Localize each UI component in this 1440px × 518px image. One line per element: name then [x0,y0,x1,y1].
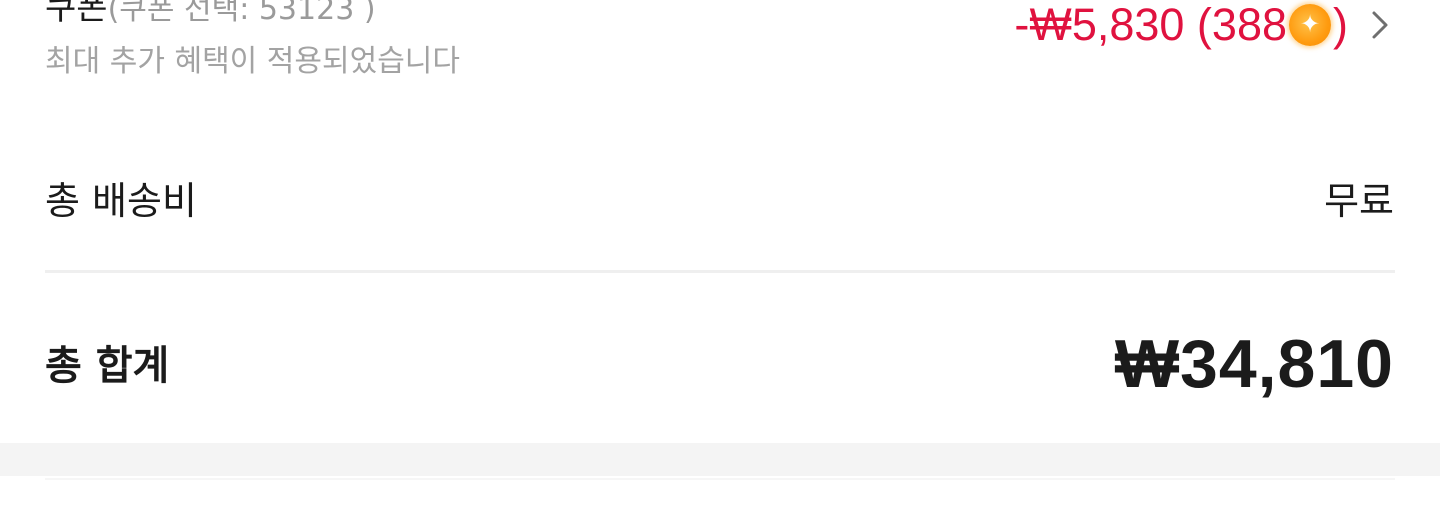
total-amount: ₩34,810 [1114,326,1394,402]
coupon-discount-value: -₩5,830 (388 [1014,0,1287,50]
coin-icon: ✦ [1289,4,1331,46]
coupon-row[interactable]: 쿠폰(쿠폰 선택: 53123 ) 최대 추가 혜택이 적용되었습니다 -₩5,… [0,0,1440,95]
coupon-discount-close: ) [1333,0,1348,50]
coupon-selection-label: (쿠폰 선택: 53123 ) [107,0,376,27]
shipping-fee-label: 총 배송비 [45,179,197,223]
total-label: 총 합계 [45,343,170,389]
coupon-benefit-description: 최대 추가 혜택이 적용되었습니다 [45,44,461,79]
next-section-card [0,476,1440,518]
shipping-fee-value: 무료 [1324,179,1394,223]
chevron-right-icon[interactable] [1368,6,1392,44]
coupon-title-text: 쿠폰 [45,0,108,28]
divider [45,270,1395,273]
section-separator [0,443,1440,476]
divider [45,478,1395,480]
coupon-title: 쿠폰(쿠폰 선택: 53123 ) [45,0,376,29]
coupon-discount-amount: -₩5,830 (388 ✦) [1014,0,1348,50]
